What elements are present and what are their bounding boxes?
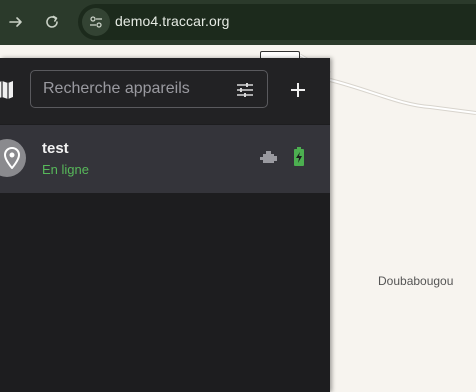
add-icon[interactable] <box>284 76 312 104</box>
url-text[interactable]: demo4.traccar.org <box>115 13 230 29</box>
browser-toolbar: demo4.traccar.org <box>0 0 476 45</box>
reload-icon[interactable] <box>42 12 62 32</box>
search-input[interactable] <box>43 71 223 107</box>
filter-sliders-icon[interactable] <box>232 77 258 103</box>
sidebar-toolbar <box>0 58 330 124</box>
search-box <box>30 70 268 108</box>
site-info-icon[interactable] <box>82 8 110 36</box>
map-icon[interactable] <box>0 79 14 101</box>
device-status: En ligne <box>42 162 89 177</box>
map-place-label: Doubabougou <box>378 274 454 288</box>
engine-icon <box>259 149 279 167</box>
device-sidebar: test En ligne <box>0 58 330 392</box>
battery-charging-icon <box>292 147 306 167</box>
forward-arrow-icon[interactable] <box>6 12 26 32</box>
device-name: test <box>42 140 69 157</box>
location-pin-icon <box>0 139 26 177</box>
device-list-item[interactable]: test En ligne <box>0 125 330 193</box>
screen: Doubabougou demo4.traccar.org Recherche … <box>0 0 476 392</box>
